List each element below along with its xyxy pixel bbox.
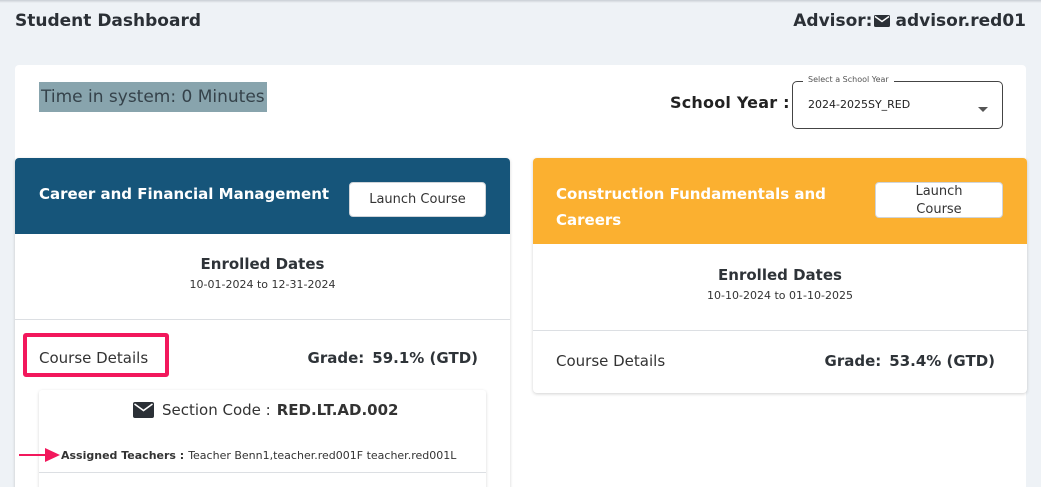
school-year-selected-value: 2024-2025SY_RED — [808, 98, 911, 111]
advisor-name: advisor.red01 — [895, 11, 1026, 31]
launch-button-line1: Launch — [915, 184, 963, 199]
page-title: Student Dashboard — [15, 11, 201, 31]
course-header: Construction Fundamentals and Careers La… — [533, 158, 1027, 244]
grade-label: Grade: — [307, 349, 365, 367]
section-card: Section Code : RED.LT.AD.002 Assigned Te… — [39, 390, 486, 487]
school-year-select-legend: Select a School Year — [803, 75, 894, 84]
course-name-line2: Careers — [556, 211, 622, 229]
section-code-row: Section Code : RED.LT.AD.002 — [133, 401, 398, 419]
course-name: Career and Financial Management — [39, 185, 330, 203]
launch-course-button[interactable]: Launch Course — [349, 182, 486, 217]
section-code-label: Section Code : — [162, 401, 271, 419]
course-details-link[interactable]: Course Details — [556, 352, 665, 370]
card-divider — [15, 319, 510, 320]
advisor-label: Advisor: — [793, 11, 873, 31]
advisor-info: Advisor: advisor.red01 — [793, 11, 1026, 31]
course-details-highlight — [23, 333, 169, 377]
assigned-teachers: Assigned Teachers : Teacher Benn1,teacher… — [61, 449, 456, 462]
grade-value: 53.4% (GTD) — [889, 352, 995, 370]
arrow-right-icon — [17, 446, 61, 468]
caret-down-icon[interactable] — [978, 107, 988, 112]
grade-value: 59.1% (GTD) — [372, 349, 478, 367]
course-card-construction: Construction Fundamentals and Careers La… — [533, 158, 1027, 393]
school-year-label: School Year : — [670, 93, 790, 112]
enrolled-dates-title: Enrolled Dates — [200, 255, 325, 273]
enrolled-dates-title: Enrolled Dates — [718, 266, 842, 284]
mail-icon — [874, 15, 891, 27]
section-code-value: RED.LT.AD.002 — [276, 401, 399, 419]
launch-course-button[interactable]: Launch Course — [875, 182, 1003, 218]
mail-icon — [133, 402, 154, 418]
course-name-line1: Construction Fundamentals and — [556, 185, 826, 203]
course-grade: Grade: 53.4% (GTD) — [825, 352, 995, 370]
assigned-teachers-label: Assigned Teachers : — [61, 449, 185, 462]
course-header: Career and Financial Management Launch C… — [15, 158, 510, 234]
enrolled-dates-range: 10-10-2024 to 01-10-2025 — [707, 289, 853, 302]
school-year-select[interactable]: Select a School Year 2024-2025SY_RED — [792, 75, 1003, 129]
course-grade: Grade: 59.1% (GTD) — [308, 349, 478, 367]
grade-label: Grade: — [824, 352, 882, 370]
launch-button-line2: Course — [916, 202, 962, 217]
enrolled-dates-range: 10-01-2024 to 12-31-2024 — [189, 278, 336, 291]
section-divider — [39, 472, 486, 473]
time-in-system: Time in system: 0 Minutes — [39, 82, 267, 112]
course-name: Construction Fundamentals and Careers — [556, 181, 826, 233]
top-shadow — [0, 0, 1041, 3]
card-divider — [533, 330, 1027, 331]
assigned-teachers-value: Teacher Benn1,teacher.red001F teacher.re… — [188, 449, 457, 462]
